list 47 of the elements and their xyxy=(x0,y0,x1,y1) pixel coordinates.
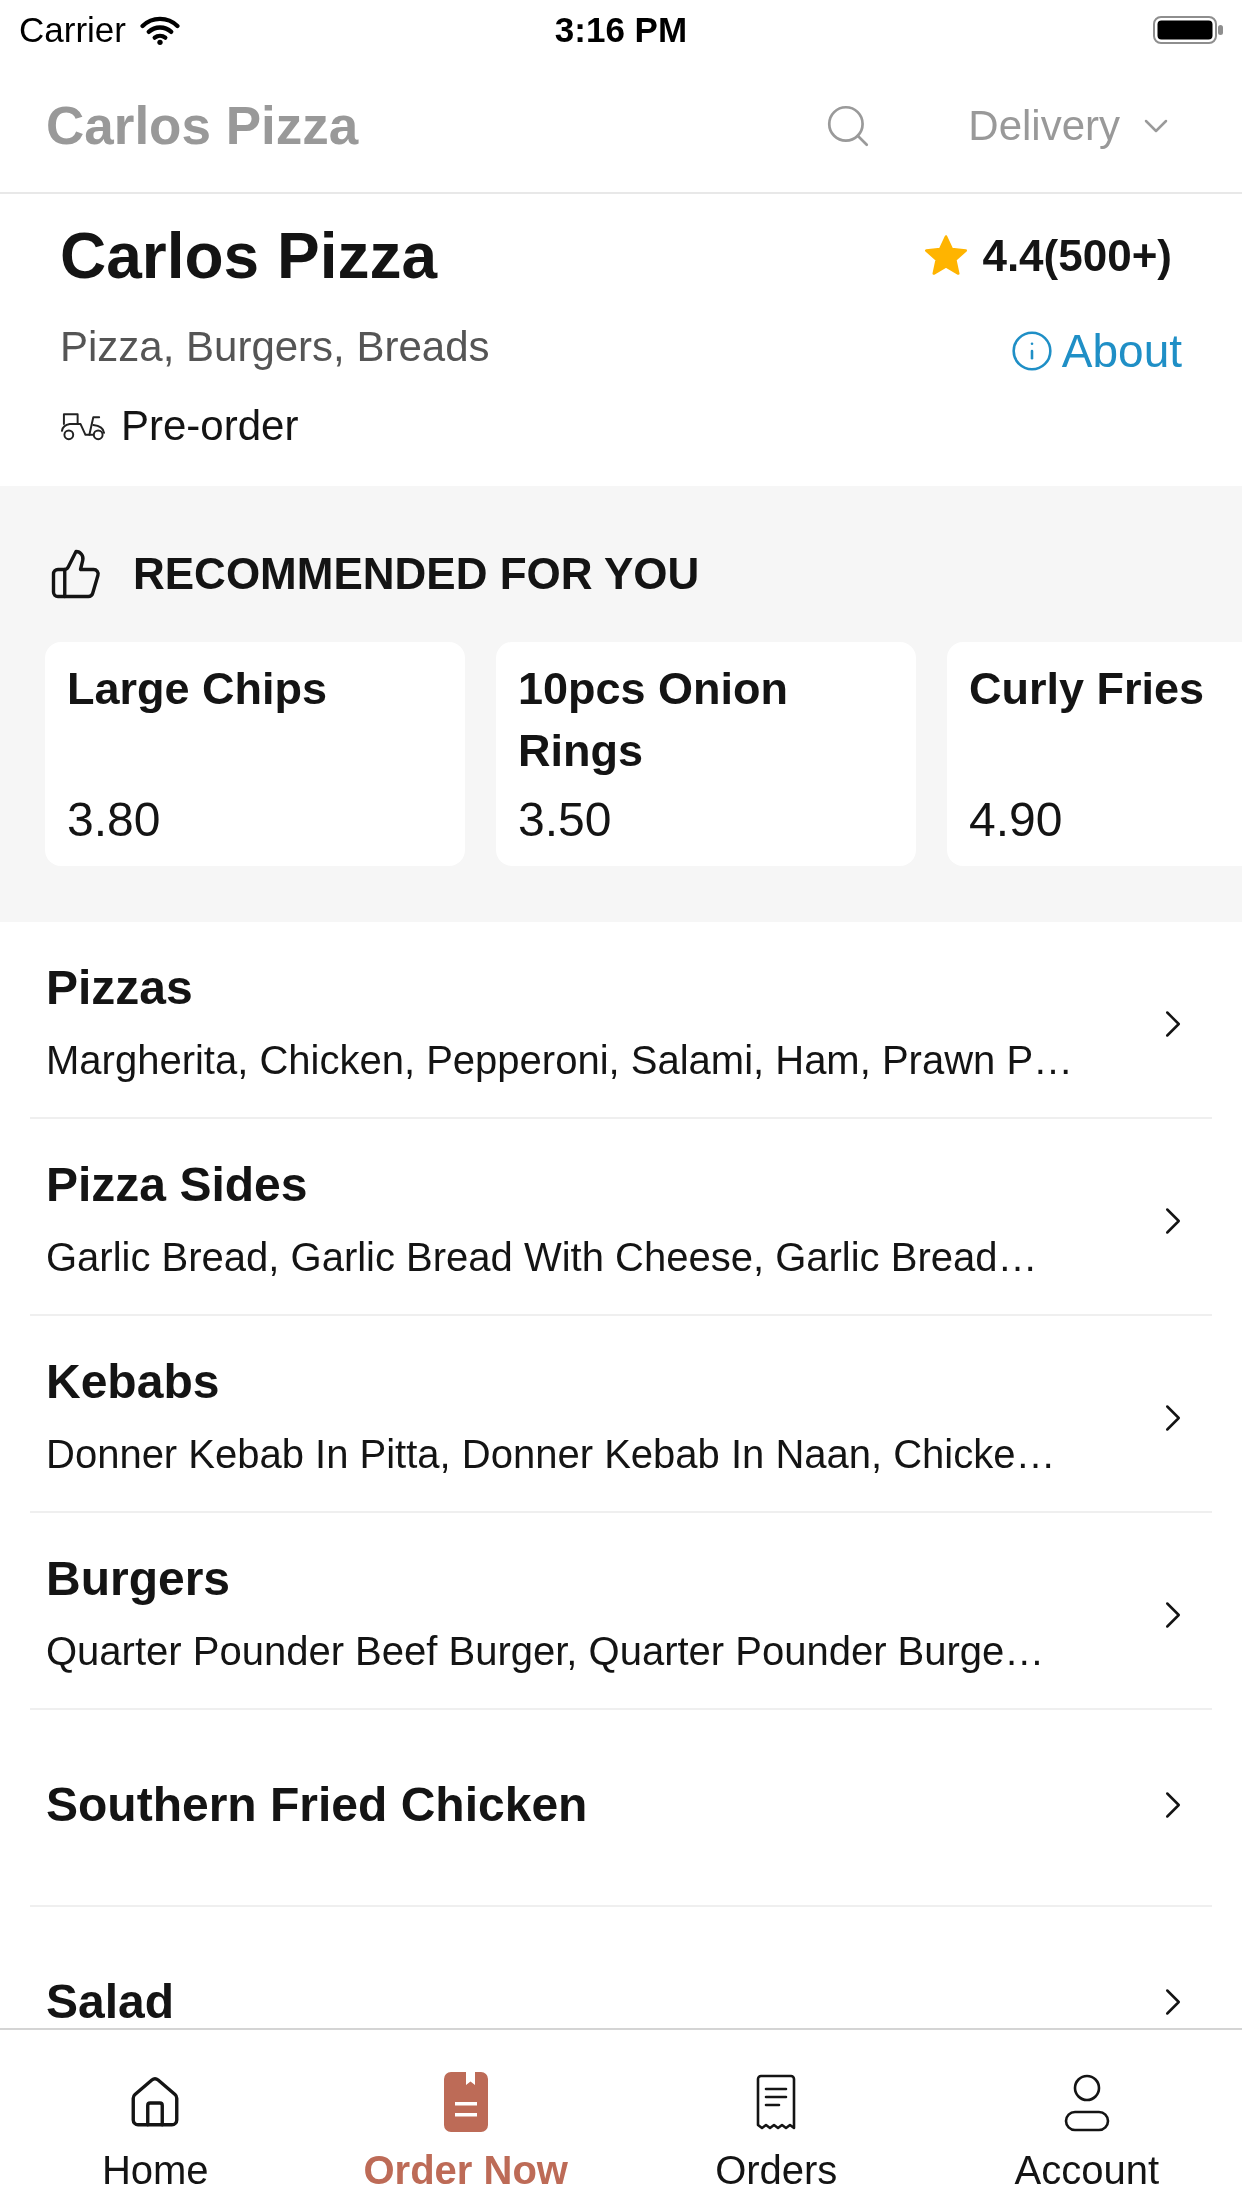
category-title: Kebabs xyxy=(46,1356,221,1407)
recommended-card[interactable]: 10pcs Onion Rings 3.50 xyxy=(496,642,916,866)
category-title: Pizza Sides xyxy=(46,1159,309,1210)
category-title: Burgers xyxy=(46,1553,232,1604)
category-row[interactable]: Pizza Sides Garlic Bread, Garlic Bread With Cheese, Garlic Bread… xyxy=(0,1119,1242,1314)
item-name: Curly Fries xyxy=(969,662,1206,716)
star-icon xyxy=(924,235,969,277)
category-row[interactable]: Kebabs Donner Kebab In Pitta, Donner Kebab In Naan, Chicke… xyxy=(0,1316,1242,1511)
nav-title: Carlos Pizza xyxy=(46,95,359,157)
item-name: 10pcs Onion Rings xyxy=(518,662,790,778)
scooter-icon xyxy=(60,411,107,441)
category-row[interactable]: Southern Fried Chicken xyxy=(0,1710,1242,1905)
wifi-icon xyxy=(139,15,180,45)
item-price: 4.90 xyxy=(969,792,1064,848)
thumbs-up-icon xyxy=(49,547,103,601)
category-title: Pizzas xyxy=(46,962,194,1013)
category-items: Donner Kebab In Pitta, Donner Kebab In Naan, Chicke… xyxy=(46,1430,1057,1478)
tab-item[interactable]: Account xyxy=(931,2030,1242,2208)
status-time: 3:16 PM xyxy=(554,9,688,51)
battery-icon xyxy=(1153,16,1223,44)
item-name: Large Chips xyxy=(67,662,329,716)
section-heading: RECOMMENDED FOR YOU xyxy=(133,548,700,600)
person-icon xyxy=(1063,2074,1110,2132)
tab-item[interactable]: Orders xyxy=(621,2030,932,2208)
category-row[interactable]: Pizzas Margherita, Chicken, Pepperoni, Salami, Ham, Prawn P… xyxy=(0,922,1242,1117)
item-price: 3.50 xyxy=(518,792,613,848)
carrier-label: Carrier xyxy=(19,9,126,51)
category-items: Quarter Pounder Beef Burger, Quarter Pounder Burge… xyxy=(46,1627,1046,1675)
about-link[interactable]: About xyxy=(1009,324,1182,378)
info-icon xyxy=(1009,329,1054,373)
category-items: Garlic Bread, Garlic Bread With Cheese, Garlic Bread… xyxy=(46,1233,1039,1281)
category-row[interactable]: Burgers Quarter Pounder Beef Burger, Quarter Pounder Burge… xyxy=(0,1513,1242,1708)
item-price: 3.80 xyxy=(67,792,162,848)
tab-item[interactable]: Order Now xyxy=(310,2030,621,2208)
document-icon xyxy=(443,2072,488,2132)
cuisine-list: Pizza, Burgers, Breads xyxy=(60,321,490,373)
category-title: Southern Fried Chicken xyxy=(46,1779,589,1830)
recommended-card[interactable]: Large Chips 3.80 xyxy=(45,642,465,866)
rating-text: 4.4(500+) xyxy=(982,230,1172,282)
restaurant-name: Carlos Pizza xyxy=(60,219,438,294)
category-title: Salad xyxy=(46,1976,176,2027)
category-items: Margherita, Chicken, Pepperoni, Salami, Ham, Prawn P… xyxy=(46,1036,1075,1084)
receipt-icon xyxy=(755,2074,798,2132)
tab-item[interactable]: Home xyxy=(0,2030,311,2208)
category-row[interactable]: Salad xyxy=(0,1907,1242,2028)
recommended-card[interactable]: Curly Fries 4.90 xyxy=(947,642,1242,866)
service-label: Pre-order xyxy=(121,401,299,451)
